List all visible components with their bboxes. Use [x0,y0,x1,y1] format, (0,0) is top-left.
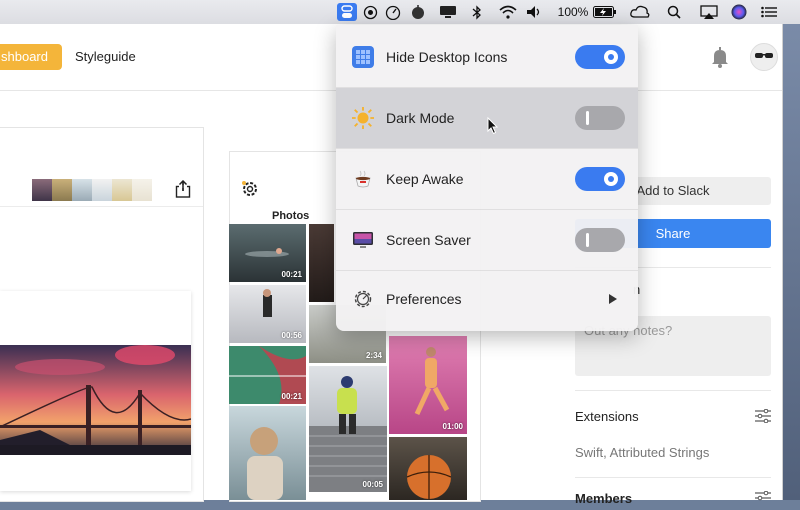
speedometer-icon[interactable] [383,3,403,21]
one-switch-icon[interactable] [337,3,357,21]
search-icon[interactable] [665,3,683,21]
bluetooth-icon[interactable] [468,3,486,21]
hide-desktop-icons-toggle[interactable] [575,45,625,69]
monitor-icon [352,229,374,251]
share-icon[interactable] [175,179,191,198]
divider [0,206,203,207]
gear-icon[interactable] [241,180,259,198]
photos-label: Photos [272,210,310,222]
desktop-grid-icon [352,46,374,68]
nav-dashboard[interactable]: shboard [0,44,62,70]
photo-tile[interactable] [389,437,467,500]
coffee-cup-icon [352,168,374,190]
volume-icon[interactable] [525,3,543,21]
duration-label: 00:56 [281,331,302,340]
members-title: Members [575,491,633,506]
thumbnail[interactable] [32,179,52,201]
menu-bar: 100% [0,0,800,25]
photo-tile[interactable]: 01:00 [389,336,467,434]
divider [575,390,771,391]
menu-item-label: Keep Awake [386,171,464,187]
thumbnail-strip[interactable] [32,179,152,201]
thumbnail[interactable] [132,179,152,201]
duration-label: 01:00 [442,422,463,431]
menu-item-label: Preferences [386,291,462,307]
apple-logo-icon[interactable] [408,3,428,21]
avatar[interactable] [750,43,778,71]
one-switch-menu: Hide Desktop Icons Dark Mode Keep Awake … [336,25,638,331]
record-icon[interactable] [361,3,379,21]
creative-cloud-icon[interactable] [628,3,652,21]
airplay-icon[interactable] [698,3,720,21]
thumbnail[interactable] [72,179,92,201]
submenu-arrow-icon [609,294,617,304]
bell-icon[interactable] [708,45,732,69]
duration-label: 00:21 [281,270,302,279]
nav-styleguide[interactable]: Styleguide [75,49,136,64]
mouse-cursor-icon [487,116,499,135]
photo-tile[interactable] [229,406,306,500]
extensions-title: Extensions [575,409,639,424]
menu-item-hide-desktop-icons[interactable]: Hide Desktop Icons [336,27,638,87]
golden-gate-photo[interactable] [0,345,191,455]
display-icon[interactable] [438,3,458,21]
sun-icon [352,107,374,129]
extensions-value: Swift, Attributed Strings [575,445,710,460]
menu-item-label: Screen Saver [386,232,471,248]
battery-percent[interactable]: 100% [556,3,590,21]
menu-item-label: Dark Mode [386,110,455,126]
thumbnail[interactable] [52,179,72,201]
gear-icon [352,288,374,310]
duration-label: 2:34 [365,351,382,360]
thumbnail[interactable] [112,179,132,201]
photo-tile[interactable]: 00:56 [229,285,306,343]
wifi-icon[interactable] [497,3,519,21]
menu-item-label: Hide Desktop Icons [386,49,508,65]
menu-item-screen-saver[interactable]: Screen Saver [336,210,638,270]
duration-label: 00:05 [362,480,383,489]
sliders-icon[interactable] [755,408,771,424]
desktop-background [782,24,800,500]
screen-saver-toggle[interactable] [575,228,625,252]
dark-mode-toggle[interactable] [575,106,625,130]
menu-item-preferences[interactable]: Preferences [336,271,638,331]
photo-tile[interactable] [309,224,334,302]
duration-label: 00:21 [281,392,302,401]
menu-item-keep-awake[interactable]: Keep Awake [336,149,638,209]
thumbnail[interactable] [92,179,112,201]
photo-tile[interactable]: 00:21 [229,346,306,404]
sliders-icon[interactable] [755,490,771,505]
photo-tile[interactable]: 00:21 [229,224,306,282]
list-icon[interactable] [759,3,779,21]
siri-icon[interactable] [729,3,749,21]
photo-tile[interactable]: 00:05 [309,366,387,492]
divider [575,477,771,478]
battery-icon[interactable] [592,3,618,21]
keep-awake-toggle[interactable] [575,167,625,191]
